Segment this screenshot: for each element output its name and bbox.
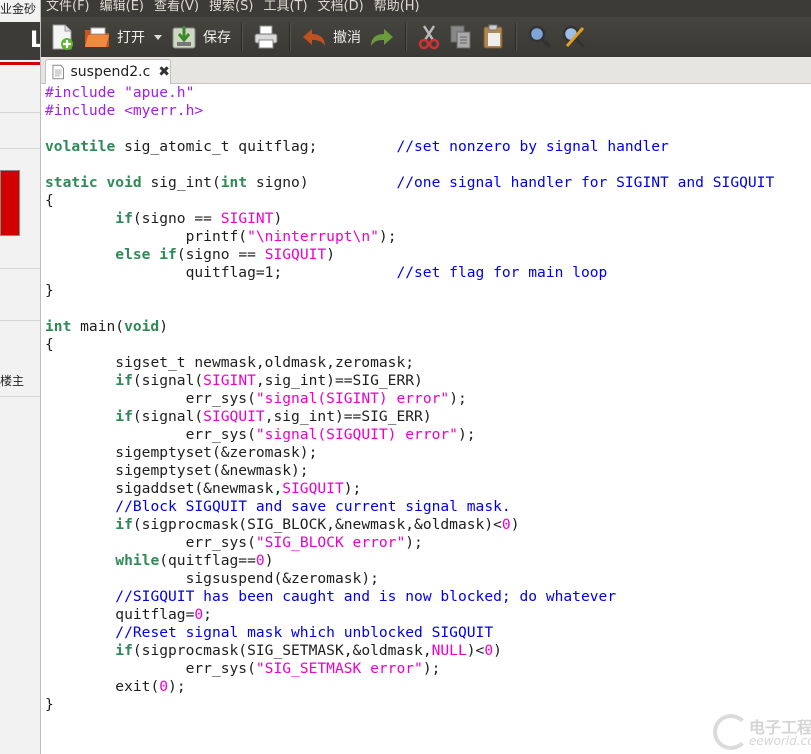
toolbar-separator [515, 23, 517, 51]
menu-file[interactable]: 文件(F) [41, 0, 95, 14]
save-button[interactable]: 保存 [167, 20, 235, 54]
replace-button[interactable] [557, 20, 591, 54]
toolbar: 打开 保存 撤消 [41, 17, 811, 57]
document-tabbar: suspend2.c ✖ [41, 57, 811, 84]
menu-documents[interactable]: 文档(D) [313, 0, 369, 14]
open-dropdown[interactable] [149, 20, 167, 54]
eeworld-logo-icon [713, 714, 749, 750]
chevron-down-icon [154, 35, 162, 40]
toolbar-separator [241, 23, 243, 51]
new-button[interactable] [45, 20, 79, 54]
redo-arrow-icon [371, 29, 393, 46]
divider [0, 320, 40, 321]
undo-label: 撤消 [333, 30, 361, 46]
code-editor[interactable]: #include "apue.h" #include <myerr.h> vol… [45, 84, 774, 714]
find-replace-icon [562, 25, 586, 49]
find-button[interactable] [523, 20, 557, 54]
background-red-rule [0, 62, 40, 65]
paste-button[interactable] [477, 20, 509, 54]
divider [0, 148, 40, 149]
copy-icon [450, 25, 471, 49]
menubar: 文件(F) 编辑(E) 查看(V) 搜索(S) 工具(T) 文档(D) 帮助(H) [41, 0, 811, 17]
undo-arrow-icon [303, 29, 325, 46]
divider [0, 112, 40, 113]
close-icon[interactable]: ✖ [158, 64, 170, 80]
floor-label: 楼主 [0, 374, 25, 388]
watermark-url: eeworld.com.cn [749, 734, 811, 748]
divider [0, 268, 40, 269]
cut-button[interactable] [413, 20, 445, 54]
background-window: 业金砂（ L 楼主 [0, 0, 40, 754]
menu-tools[interactable]: 工具(T) [258, 0, 312, 14]
save-label: 保存 [203, 30, 231, 46]
print-button[interactable] [249, 20, 283, 54]
toolbar-separator [405, 23, 407, 51]
printer-icon [254, 25, 278, 49]
search-icon [528, 25, 552, 49]
divider [0, 396, 40, 397]
background-window-title: 业金砂（ [0, 2, 40, 16]
copy-button[interactable] [445, 20, 477, 54]
toolbar-separator [289, 23, 291, 51]
tab-label: suspend2.c [70, 64, 151, 80]
redo-button[interactable] [365, 20, 399, 54]
open-button[interactable]: 打开 [79, 20, 149, 54]
menu-help[interactable]: 帮助(H) [369, 0, 425, 14]
clipboard-icon [483, 24, 503, 49]
scissors-icon [418, 25, 440, 50]
eeworld-watermark: 电子工程世界 eeworld.com.cn [709, 712, 811, 752]
folder-open-icon [85, 27, 109, 47]
menu-search[interactable]: 搜索(S) [204, 0, 258, 14]
text-file-icon [52, 64, 65, 80]
background-logo-fragment: L [30, 28, 40, 53]
tab-suspend2-c[interactable]: suspend2.c ✖ [45, 59, 171, 84]
undo-button[interactable]: 撤消 [297, 20, 365, 54]
background-red-panel [0, 170, 20, 236]
new-document-icon [52, 24, 73, 50]
menu-view[interactable]: 查看(V) [149, 0, 204, 14]
background-window-header: L [0, 22, 40, 60]
open-label: 打开 [117, 30, 145, 46]
save-icon [172, 26, 196, 49]
gedit-window: 文件(F) 编辑(E) 查看(V) 搜索(S) 工具(T) 文档(D) 帮助(H) 打开 [40, 0, 811, 754]
menu-edit[interactable]: 编辑(E) [95, 0, 149, 14]
